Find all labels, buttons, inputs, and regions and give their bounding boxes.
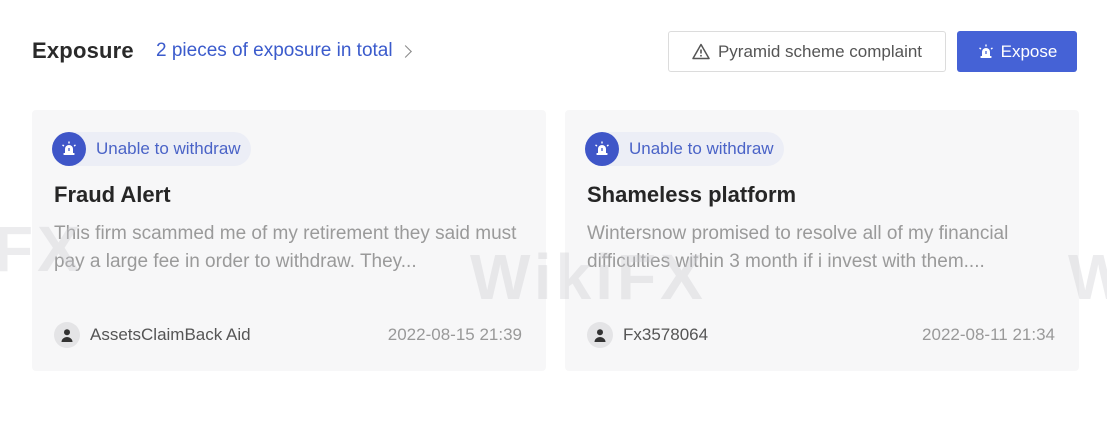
card-excerpt: This firm scammed me of my retirement th… (54, 223, 517, 272)
category-tag: Unable to withdraw (585, 132, 784, 166)
chevron-right-icon (398, 44, 412, 58)
section-title: Exposure (32, 38, 134, 63)
author-name: Fx3578064 (623, 325, 709, 344)
avatar-icon (54, 322, 80, 348)
card-author: AssetsClaimBack Aid (54, 322, 251, 348)
expose-button[interactable]: Expose (957, 31, 1077, 72)
exposure-card[interactable]: Unable to withdraw Fraud Alert This firm… (32, 110, 546, 371)
category-tag-label: Unable to withdraw (629, 139, 774, 158)
alarm-icon (52, 132, 86, 166)
alarm-icon (978, 44, 993, 58)
pyramid-complaint-button[interactable]: Pyramid scheme complaint (668, 31, 946, 72)
exposure-header: Exposure 2 pieces of exposure in total P… (0, 0, 1107, 104)
card-excerpt: Wintersnow promised to resolve all of my… (587, 223, 1009, 272)
card-author: Fx3578064 (587, 322, 708, 348)
post-date: 2022-08-11 21:34 (922, 325, 1055, 344)
expose-label: Expose (1000, 41, 1058, 61)
warning-icon (692, 43, 710, 60)
exposure-card[interactable]: Unable to withdraw Shameless platform Wi… (565, 110, 1079, 371)
exposure-count-link[interactable]: 2 pieces of exposure in total (156, 40, 412, 62)
pyramid-complaint-label: Pyramid scheme complaint (717, 41, 923, 61)
avatar-icon (587, 322, 613, 348)
author-name: AssetsClaimBack Aid (90, 325, 251, 344)
category-tag: Unable to withdraw (52, 132, 251, 166)
category-tag-label: Unable to withdraw (96, 139, 241, 158)
exposure-count-text: 2 pieces of exposure in total (156, 40, 393, 61)
card-title: Fraud Alert (54, 182, 171, 207)
card-title: Shameless platform (587, 182, 797, 207)
alarm-icon (585, 132, 619, 166)
post-date: 2022-08-15 21:39 (387, 325, 522, 344)
